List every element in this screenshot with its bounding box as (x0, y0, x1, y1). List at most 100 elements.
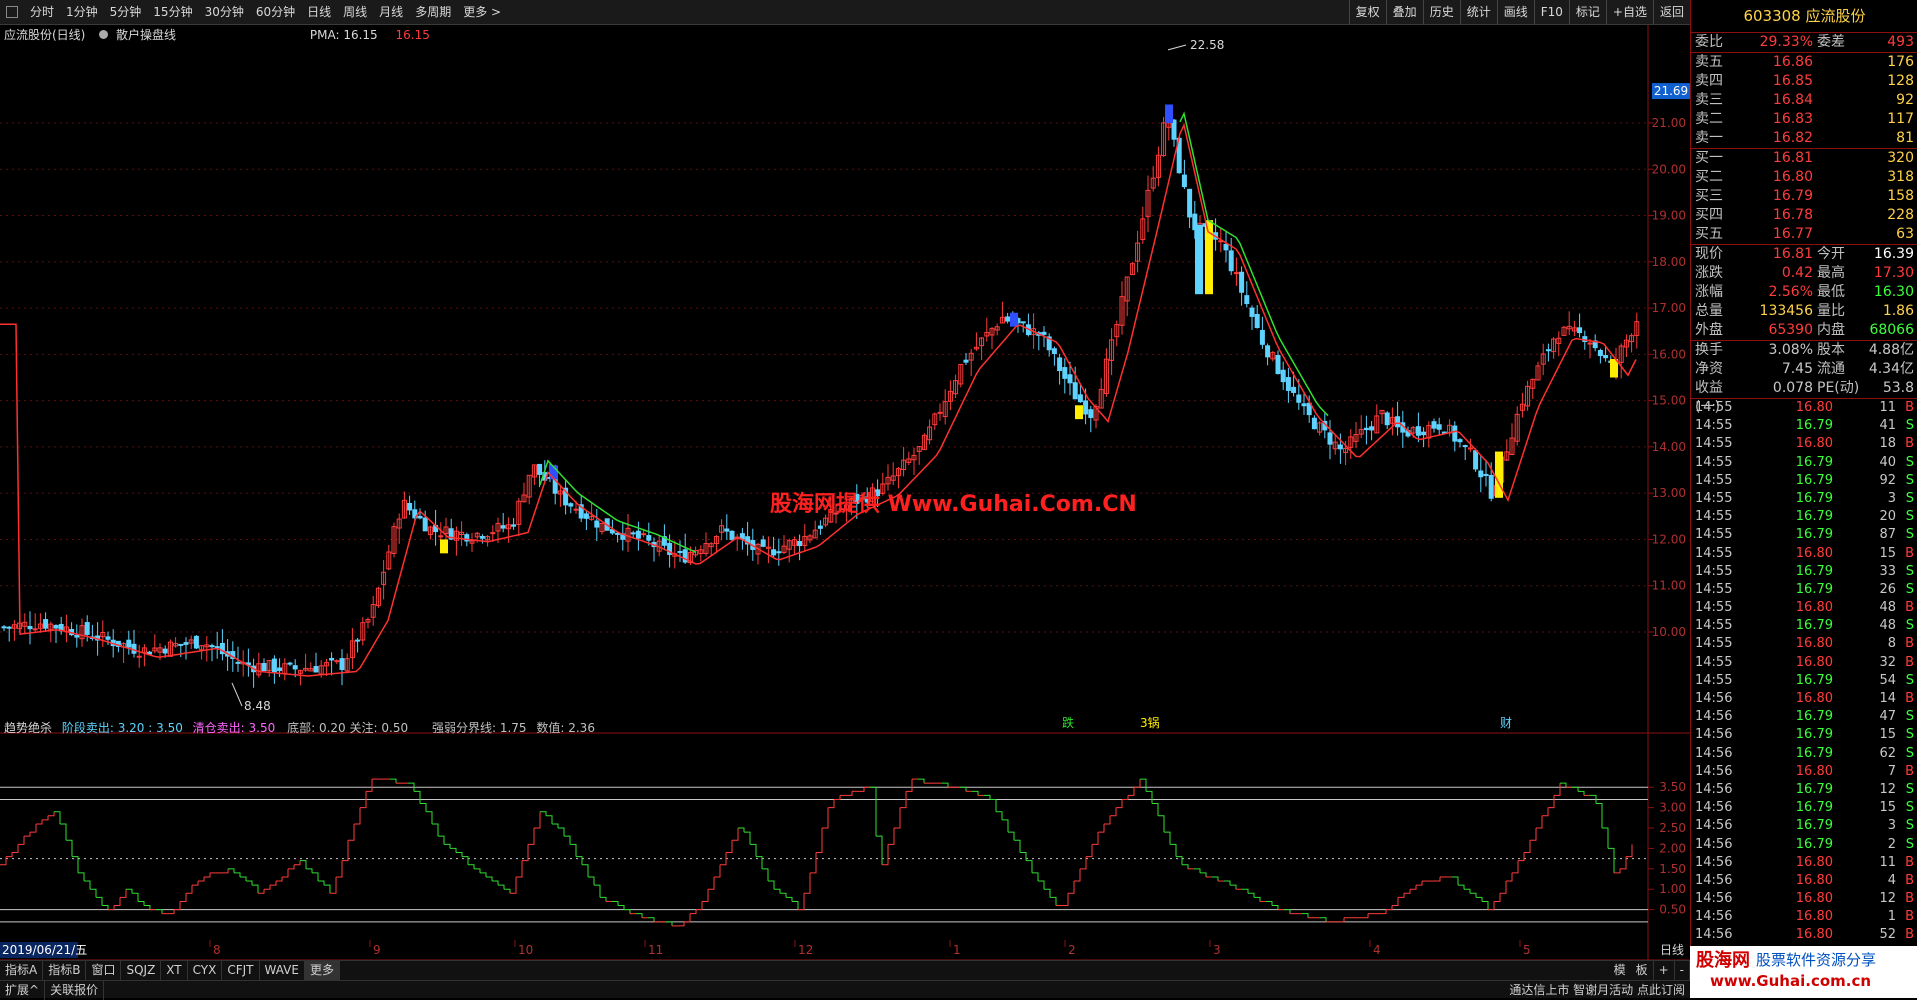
indicator-step (90, 888, 97, 898)
trade-tick-row: 14:55 16.79 92 S (1695, 472, 1914, 488)
indicator-step (906, 779, 913, 792)
signal-block (1495, 451, 1503, 498)
indicator-step (822, 807, 829, 829)
period-tab-60min[interactable]: 60分钟 (250, 0, 301, 24)
tab-indicator-a[interactable]: 指标A (0, 961, 44, 980)
indicator-step (1044, 888, 1051, 898)
trade-tick-row: 14:55 16.79 48 S (1695, 618, 1914, 634)
indicator-step (504, 888, 511, 894)
period-tab-monthly[interactable]: 月线 (373, 0, 409, 24)
sub-indicator-title[interactable]: 趋势绝杀 (4, 721, 52, 735)
trade-tick-row: 14:56 16.80 12 B (1695, 891, 1914, 907)
param-value-label: 数值: (536, 721, 565, 735)
period-tab-15min[interactable]: 15分钟 (147, 0, 198, 24)
expand-button[interactable]: 扩展^ (0, 981, 46, 1000)
template-button-2[interactable]: 板 (1631, 961, 1654, 980)
period-tab-30min[interactable]: 30分钟 (199, 0, 250, 24)
draw-line-button[interactable]: 画线 (1496, 0, 1534, 24)
indicator-step (552, 823, 559, 829)
trade-tick-row: 14:55 16.79 33 S (1695, 563, 1914, 579)
candle-body (1577, 327, 1583, 334)
indicator-step (1242, 888, 1249, 894)
period-tab-5min[interactable]: 5分钟 (104, 0, 148, 24)
history-button[interactable]: 历史 (1422, 0, 1460, 24)
indicator-step (714, 864, 721, 878)
candle-body (6, 626, 12, 629)
candle-body (511, 524, 517, 527)
trade-ticks[interactable]: 14:55 16.80 11 B 14:55 16.79 41 S 14:55 16.80 18 B 1… (1691, 398, 1917, 945)
period-tab-1min[interactable]: 1分钟 (60, 0, 104, 24)
indicator-step (1614, 868, 1621, 874)
related-quote-button[interactable]: 关联报价 (45, 981, 105, 1000)
indicator-step (762, 868, 769, 882)
tab-wave[interactable]: WAVE (260, 961, 305, 980)
tab-more[interactable]: 更多 (304, 961, 340, 980)
add-watchlist-button[interactable]: +自选 (1605, 0, 1653, 24)
zoom-in-button[interactable]: + (1654, 961, 1675, 980)
period-tab-multi[interactable]: 多周期 (409, 0, 457, 24)
candle-body (1327, 432, 1333, 445)
indicator-step (276, 876, 283, 882)
status-message[interactable]: 通达信上市 智谢月活动 点此订阅 (1504, 981, 1690, 1000)
high-price-pointer (1167, 44, 1187, 51)
trade-tick-row: 14:55 16.80 11 B (1695, 400, 1914, 415)
candle-body (568, 503, 574, 507)
indicator-step (60, 823, 67, 841)
indicator-step (1488, 901, 1495, 911)
indicator-step (1380, 909, 1387, 915)
tab-indicator-b[interactable]: 指标B (43, 961, 87, 980)
candle-body (1067, 374, 1073, 384)
trade-tick-row: 14:56 16.79 2 S (1695, 836, 1914, 852)
zoom-out-button[interactable]: - (1675, 961, 1690, 980)
f10-button[interactable]: F10 (1533, 0, 1569, 24)
low-price-pointer (231, 682, 243, 707)
x-axis-date-label: 2019/06/21/五 (2, 943, 87, 957)
tab-cyx[interactable]: CYX (188, 961, 223, 980)
stats-button[interactable]: 统计 (1459, 0, 1497, 24)
candle-body (1259, 329, 1265, 345)
candle-body (1072, 382, 1078, 400)
stat-row-3: 总量 133456 量比 1.86 (1695, 303, 1914, 319)
indicator-step (192, 881, 199, 886)
menu-square-icon[interactable] (6, 6, 18, 18)
candle-body (1181, 174, 1187, 188)
signal-block (1075, 405, 1083, 420)
indicator-step (156, 909, 163, 914)
period-tab-daily[interactable]: 日线 (301, 0, 337, 24)
indicator-step (1230, 884, 1237, 890)
period-tab-fenshi[interactable]: 分时 (24, 0, 60, 24)
candle-body (329, 657, 335, 661)
y-tick-label: 14.00 (1652, 440, 1686, 454)
param-divider-label: 强弱分界线: (431, 721, 496, 735)
period-tab-weekly[interactable]: 周线 (337, 0, 373, 24)
candle-body (677, 550, 683, 553)
indicator-step (870, 786, 877, 837)
indicator-step (252, 884, 259, 894)
main-candles (1, 104, 1640, 688)
indicator-step (1500, 881, 1507, 894)
tab-cfjt[interactable]: CFJT (222, 961, 260, 980)
candle-body (630, 532, 636, 535)
mark-button[interactable]: 标记 (1568, 0, 1606, 24)
candle-body (1265, 345, 1271, 358)
indicator-step (1476, 896, 1483, 902)
candle-body (1239, 271, 1245, 293)
indicator-step (42, 815, 49, 821)
tab-window[interactable]: 窗口 (86, 961, 122, 980)
indicator-step (144, 905, 151, 910)
indicator-step (1152, 803, 1159, 816)
candle-body (1077, 394, 1083, 403)
sell-row-2: 卖二 16.83 117 (1695, 111, 1914, 127)
candle-body (235, 661, 241, 664)
back-button[interactable]: 返回 (1652, 0, 1690, 24)
period-tab-more[interactable]: 更多 > (457, 0, 507, 24)
trade-tick-row: 14:55 16.79 3 S (1695, 490, 1914, 506)
template-button[interactable]: 模 (1609, 961, 1631, 980)
fuquan-button[interactable]: 复权 (1348, 0, 1386, 24)
tab-sqjz[interactable]: SQJZ (121, 961, 162, 980)
indicator-step (96, 896, 103, 906)
low-price-label: 8.48 (244, 699, 271, 713)
y-tick-label: 18.00 (1652, 255, 1686, 269)
overlay-button[interactable]: 叠加 (1385, 0, 1423, 24)
tab-xt[interactable]: XT (161, 961, 188, 980)
